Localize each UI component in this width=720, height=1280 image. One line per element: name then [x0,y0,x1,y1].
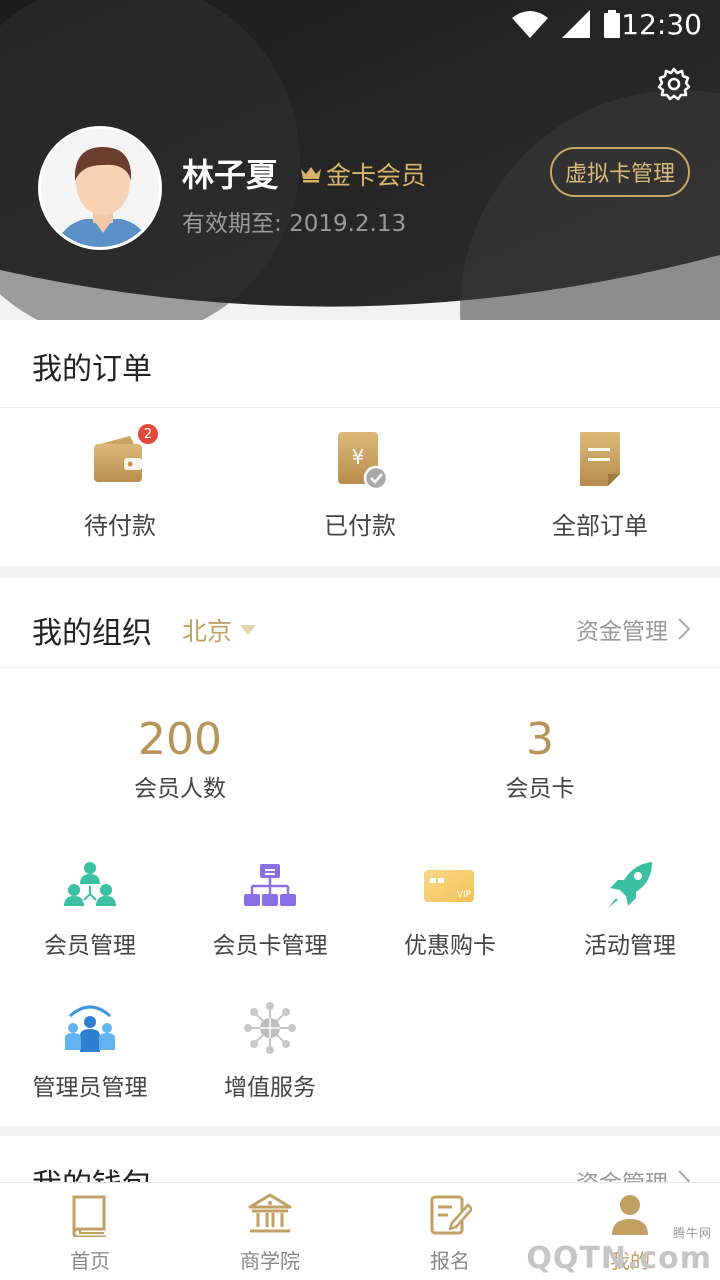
crown-icon [301,167,321,183]
book-icon [68,1193,112,1239]
tool-label: 增值服务 [224,1075,316,1101]
order-label: 全部订单 [552,512,648,540]
tool-label: 会员管理 [44,933,136,959]
validity-date: 2019.2.13 [289,211,407,237]
settings-gear-icon[interactable] [656,66,692,102]
tool-admin-management[interactable]: 管理员管理 [0,1002,180,1102]
watermark-sub: 腾牛网 [672,1226,712,1240]
tool-member-card-management[interactable]: 会员卡管理 [180,860,360,960]
tool-discount-card-purchase[interactable]: VIP 优惠购卡 [360,860,540,960]
order-pending-payment[interactable]: 2 待付款 [0,422,240,541]
stat-caption: 会员人数 [134,776,226,802]
admins-icon [64,1002,116,1054]
avatar[interactable] [38,126,162,250]
city-label: 北京 [182,617,233,646]
order-label: 待付款 [84,512,156,540]
nav-business-school[interactable]: 商学院 [180,1193,360,1274]
battery-icon [604,10,620,38]
tool-label: 会员卡管理 [212,933,328,959]
order-label: 已付款 [324,512,396,540]
org-chart-icon [244,860,296,912]
organization-section: 我的组织 北京 资金管理 200 会员人数 3 会员卡 会员管理 会员卡管理 V… [0,578,720,1126]
vip-card-icon: VIP [424,860,476,912]
orders-section: 我的订单 2 待付款 ¥ 已付款 全部订单 [0,320,720,566]
stat-caption: 会员卡 [505,776,575,802]
status-bar: 12:30 [0,0,720,50]
organization-title: 我的组织 [32,616,152,651]
tool-member-management[interactable]: 会员管理 [0,860,180,960]
wallet-icon: 2 [92,422,160,490]
profile-header: 12:30 林子夏 金卡会员 有效期至: 2019.2.13 虚拟卡管理 [0,0,720,330]
orders-divider [0,407,720,408]
site-watermark: 腾牛网 QQTN.com [526,1224,712,1276]
tool-event-management[interactable]: 活动管理 [540,860,720,960]
organization-divider [0,667,720,668]
validity-label: 有效期至: [182,211,282,237]
nav-label: 商学院 [240,1249,300,1273]
tool-value-added-services[interactable]: 增值服务 [180,1002,360,1102]
rocket-icon [604,860,656,912]
user-name: 林子夏 [182,156,279,194]
orders-title: 我的订单 [32,352,152,387]
svg-text:VIP: VIP [457,890,472,900]
nav-label: 报名 [430,1249,470,1273]
nav-signup[interactable]: 报名 [360,1193,540,1274]
chevron-right-icon [678,618,690,640]
status-time: 12:30 [621,8,702,41]
tool-label: 管理员管理 [32,1075,148,1101]
city-selector[interactable]: 北京 [182,612,257,648]
tier-label: 金卡会员 [326,161,427,190]
dropdown-arrow-icon [240,625,257,635]
order-paid[interactable]: ¥ 已付款 [240,430,480,541]
signal-icon [562,10,590,38]
wifi-icon [512,11,548,38]
stat-value: 200 [138,714,222,765]
svg-text:¥: ¥ [352,445,365,469]
nav-home[interactable]: 首页 [0,1193,180,1274]
validity: 有效期至: 2019.2.13 [182,204,406,238]
status-icons [512,10,620,38]
nav-label: 首页 [70,1249,110,1273]
order-list-icon [572,430,628,490]
stat-member-cards[interactable]: 3 会员卡 [420,714,660,803]
stat-member-count[interactable]: 200 会员人数 [60,714,300,803]
membership-tier: 金卡会员 [300,156,426,192]
signup-icon [428,1193,474,1237]
order-all[interactable]: 全部订单 [480,430,720,541]
tool-label: 优惠购卡 [404,933,496,959]
virtual-card-button[interactable]: 虚拟卡管理 [550,147,690,197]
paid-bill-icon: ¥ [332,430,389,491]
tool-label: 活动管理 [584,933,676,959]
institution-icon [248,1193,292,1237]
fund-management-link[interactable]: 资金管理 [576,612,690,646]
watermark-text: QQTN.com [526,1241,712,1276]
network-icon [244,1002,296,1054]
fund-link-label: 资金管理 [576,619,668,645]
members-icon [64,860,116,912]
stat-value: 3 [526,714,554,765]
pending-count-badge: 2 [136,422,160,446]
